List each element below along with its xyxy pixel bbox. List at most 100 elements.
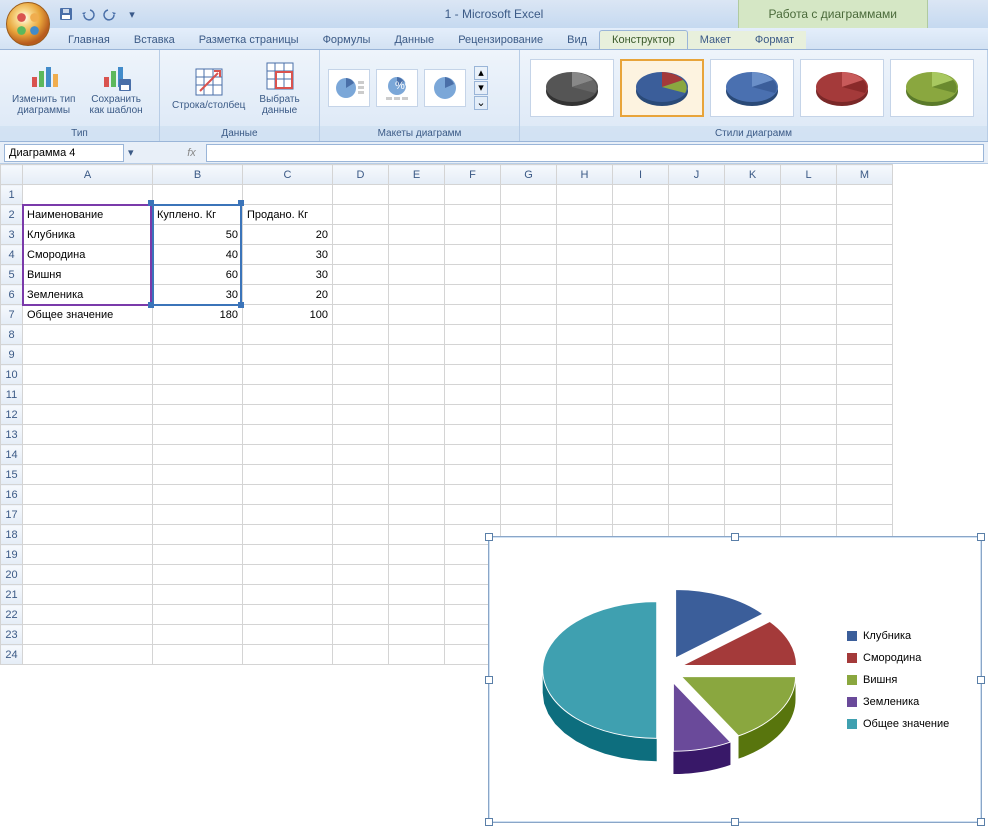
cell[interactable] [725,465,781,485]
cell[interactable] [153,585,243,605]
column-header[interactable]: L [781,165,837,185]
cell[interactable]: Земленика [23,285,153,305]
namebox-dropdown-icon[interactable]: ▾ [128,146,134,159]
cell[interactable] [333,425,389,445]
cell[interactable] [23,425,153,445]
chart-resize-handle[interactable] [977,818,985,826]
cell[interactable] [445,505,501,525]
cell[interactable] [445,245,501,265]
cell[interactable] [153,445,243,465]
cell[interactable] [837,445,893,465]
cell[interactable]: Наименование [23,205,153,225]
cell[interactable] [243,445,333,465]
row-header[interactable]: 4 [1,245,23,265]
cell[interactable]: Куплено. Кг [153,205,243,225]
fx-icon[interactable]: fx [184,147,200,159]
cell[interactable]: 20 [243,285,333,305]
column-header[interactable]: D [333,165,389,185]
layouts-scroll-down[interactable]: ▾ [474,81,488,95]
row-header[interactable]: 5 [1,265,23,285]
cell[interactable] [501,285,557,305]
cell[interactable] [389,485,445,505]
cell[interactable] [445,465,501,485]
cell[interactable] [243,605,333,625]
row-header[interactable]: 22 [1,605,23,625]
cell[interactable] [501,205,557,225]
cell[interactable] [389,505,445,525]
cell[interactable]: Продано. Кг [243,205,333,225]
cell[interactable] [333,325,389,345]
cell[interactable] [613,485,669,505]
cell[interactable] [669,225,725,245]
cell[interactable] [781,445,837,465]
cell[interactable] [333,265,389,285]
chart-resize-handle[interactable] [977,533,985,541]
cell[interactable] [243,365,333,385]
cell[interactable] [389,265,445,285]
column-header[interactable]: F [445,165,501,185]
chart-style-1[interactable] [530,59,614,117]
cell[interactable] [153,505,243,525]
cell[interactable] [557,225,613,245]
cell[interactable] [725,385,781,405]
cell[interactable] [23,525,153,545]
cell[interactable] [445,345,501,365]
cell[interactable] [613,185,669,205]
cell[interactable] [725,325,781,345]
cell[interactable] [781,505,837,525]
chart-style-4[interactable] [800,59,884,117]
cell[interactable] [243,185,333,205]
cell[interactable] [243,345,333,365]
cell[interactable] [389,285,445,305]
cell[interactable] [23,365,153,385]
cell[interactable]: 180 [153,305,243,325]
cell[interactable] [23,345,153,365]
cell[interactable] [445,445,501,465]
tab-review[interactable]: Рецензирование [446,31,555,49]
cell[interactable] [23,405,153,425]
cell[interactable] [243,465,333,485]
cell[interactable] [445,485,501,505]
cell[interactable] [445,385,501,405]
cell[interactable]: 50 [153,225,243,245]
cell[interactable] [23,605,153,625]
cell[interactable] [837,285,893,305]
cell[interactable] [333,385,389,405]
cell[interactable] [613,205,669,225]
cell[interactable] [837,325,893,345]
cell[interactable] [725,405,781,425]
cell[interactable] [781,185,837,205]
cell[interactable] [837,385,893,405]
cell[interactable] [781,265,837,285]
chart-legend[interactable]: КлубникаСмородинаВишняЗемленикаОбщее зна… [841,547,971,812]
cell[interactable] [501,305,557,325]
row-header[interactable]: 16 [1,485,23,505]
cell[interactable] [389,245,445,265]
cell[interactable] [781,465,837,485]
cell[interactable] [153,345,243,365]
cell[interactable] [613,265,669,285]
cell[interactable] [837,205,893,225]
cell[interactable] [389,225,445,245]
worksheet-grid[interactable]: ABCDEFGHIJKLM 12НаименованиеКуплено. КгП… [0,164,988,665]
cell[interactable] [557,505,613,525]
cell[interactable] [557,445,613,465]
chart-style-5[interactable] [890,59,974,117]
cell[interactable] [23,445,153,465]
cell[interactable] [445,425,501,445]
cell[interactable] [557,305,613,325]
cell[interactable] [613,425,669,445]
cell[interactable] [669,425,725,445]
cell[interactable] [23,385,153,405]
cell[interactable] [243,505,333,525]
cell[interactable] [837,245,893,265]
cell[interactable] [557,405,613,425]
column-header[interactable]: J [669,165,725,185]
cell[interactable] [557,465,613,485]
chart-resize-handle[interactable] [485,533,493,541]
cell[interactable] [243,625,333,645]
cell[interactable] [445,265,501,285]
tab-formulas[interactable]: Формулы [311,31,383,49]
cell[interactable] [725,365,781,385]
cell[interactable] [557,245,613,265]
